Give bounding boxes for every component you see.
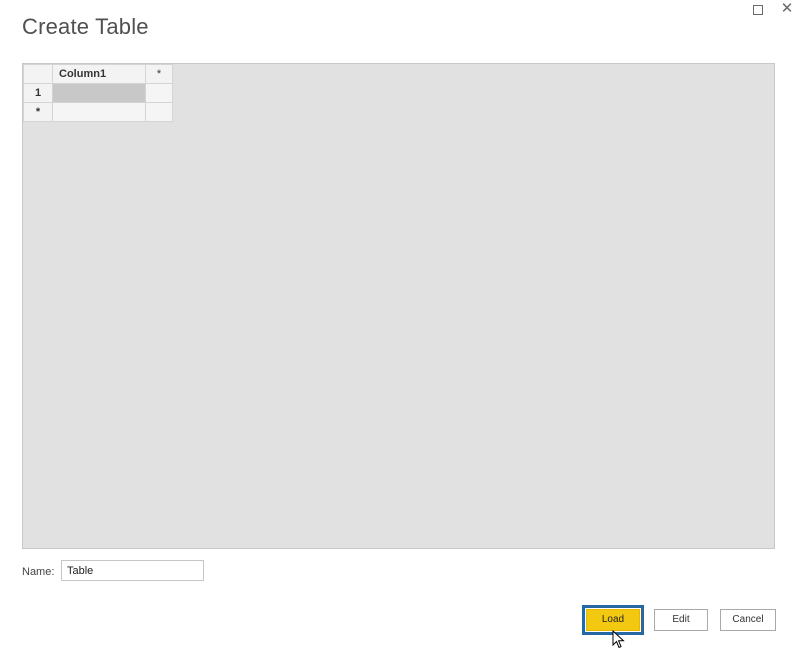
edit-button[interactable]: Edit <box>654 609 708 631</box>
table-cell[interactable] <box>52 83 146 103</box>
data-grid: Column1 * 1 * <box>23 64 173 122</box>
new-row-add-column-cell[interactable] <box>145 102 173 122</box>
name-input[interactable] <box>61 560 204 581</box>
mouse-pointer-icon <box>612 630 625 648</box>
maximize-icon <box>753 5 763 15</box>
table-grid-area[interactable]: Column1 * 1 * <box>22 63 775 549</box>
new-row: * <box>23 102 173 122</box>
dialog-title: Create Table <box>22 14 149 39</box>
maximize-button[interactable] <box>750 2 764 16</box>
close-button[interactable]: ✕ <box>780 0 794 17</box>
column-header-column1[interactable]: Column1 <box>52 64 146 84</box>
add-column-cell[interactable] <box>145 83 173 103</box>
cancel-button[interactable]: Cancel <box>720 609 776 631</box>
load-button[interactable]: Load <box>586 609 640 631</box>
add-column-header[interactable]: * <box>145 64 173 84</box>
new-row-header[interactable]: * <box>23 102 53 122</box>
name-label: Name: <box>22 566 55 578</box>
row-header-1[interactable]: 1 <box>23 83 53 103</box>
close-icon: ✕ <box>780 0 794 17</box>
table-row: 1 <box>23 83 173 103</box>
new-row-cell[interactable] <box>52 102 146 122</box>
header-row: Column1 * <box>23 64 173 84</box>
grid-corner[interactable] <box>23 64 53 84</box>
create-table-dialog: Create Table ✕ Column1 * 1 * Name: Table… <box>0 0 800 648</box>
